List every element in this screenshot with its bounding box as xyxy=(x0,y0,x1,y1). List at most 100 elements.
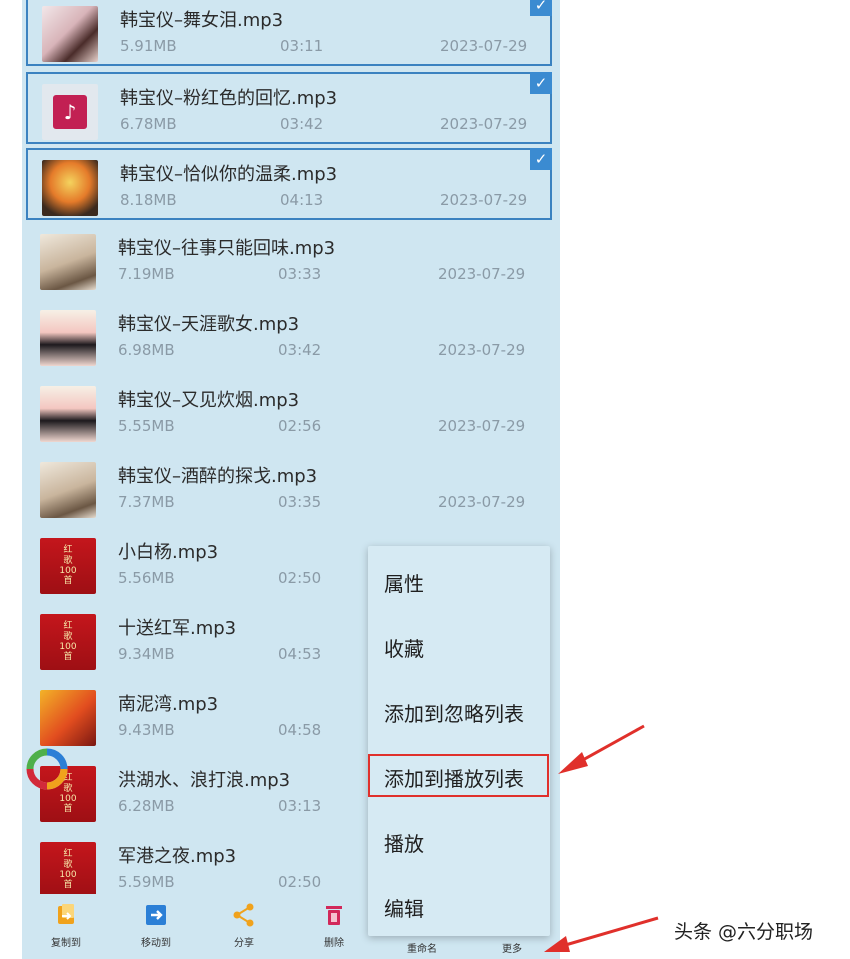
file-name: 南泥湾.mp3 xyxy=(118,694,219,715)
file-duration: 03:35 xyxy=(278,493,322,511)
cover-text: 首 xyxy=(63,804,73,815)
file-row[interactable]: 韩宝仪–酒醉的探戈.mp3 7.37MB 03:35 2023-07-29 xyxy=(26,452,552,524)
file-size: 6.78MB xyxy=(120,115,177,133)
file-row[interactable]: 韩宝仪–天涯歌女.mp3 6.98MB 03:42 2023-07-29 xyxy=(26,300,552,372)
file-duration: 04:13 xyxy=(280,191,324,209)
file-row[interactable]: 韩宝仪–舞女泪.mp3 5.91MB 03:11 2023-07-29 ✓ xyxy=(26,0,552,66)
checkmark-icon[interactable]: ✓ xyxy=(530,0,552,16)
album-cover: ♪ xyxy=(42,84,98,140)
album-cover xyxy=(40,462,96,518)
checkmark-icon[interactable]: ✓ xyxy=(530,148,552,170)
share-icon xyxy=(233,903,254,927)
menu-item-play[interactable]: 播放 xyxy=(384,828,424,857)
cover-text: 首 xyxy=(63,880,73,891)
annotation-arrow-icon xyxy=(558,724,645,774)
rename-label: 重命名 xyxy=(407,944,437,955)
menu-item-edit[interactable]: 编辑 xyxy=(384,893,424,922)
share-button[interactable]: 分享 xyxy=(204,902,284,949)
file-name: 韩宝仪–又见炊烟.mp3 xyxy=(118,390,300,411)
move-to-icon xyxy=(146,905,166,925)
file-date: 2023-07-29 xyxy=(440,191,528,209)
album-cover xyxy=(40,234,96,290)
album-cover: 红 歌 100 首 xyxy=(40,842,96,898)
file-size: 5.55MB xyxy=(118,417,175,435)
file-name: 十送红军.mp3 xyxy=(118,618,237,639)
copy-to-label: 复制到 xyxy=(51,938,81,949)
cover-text: 歌 xyxy=(63,859,73,870)
file-size: 8.18MB xyxy=(120,191,177,209)
file-duration: 03:13 xyxy=(278,797,322,815)
file-duration: 02:50 xyxy=(278,873,322,891)
file-size: 9.34MB xyxy=(118,645,175,663)
file-row[interactable]: 韩宝仪–恰似你的温柔.mp3 8.18MB 04:13 2023-07-29 ✓ xyxy=(26,148,552,220)
file-duration: 03:42 xyxy=(280,115,324,133)
cover-text: 歌 xyxy=(63,555,73,566)
trash-icon xyxy=(326,906,342,925)
file-size: 5.56MB xyxy=(118,569,175,587)
album-cover: 红 歌 100 首 xyxy=(40,538,96,594)
menu-item-add-to-ignore-list[interactable]: 添加到忽略列表 xyxy=(384,698,524,727)
file-size: 6.28MB xyxy=(118,797,175,815)
file-date: 2023-07-29 xyxy=(438,341,526,359)
cover-text: 红 xyxy=(63,545,73,556)
file-row[interactable]: ♪ 韩宝仪–粉红色的回忆.mp3 6.78MB 03:42 2023-07-29… xyxy=(26,72,552,144)
checkmark-icon[interactable]: ✓ xyxy=(530,72,552,94)
cover-text: 100 xyxy=(59,642,77,652)
file-date: 2023-07-29 xyxy=(438,493,526,511)
menu-item-favorite[interactable]: 收藏 xyxy=(384,633,424,662)
copy-to-icon xyxy=(58,904,74,924)
file-date: 2023-07-29 xyxy=(438,417,526,435)
file-size: 9.43MB xyxy=(118,721,175,739)
file-duration: 03:11 xyxy=(280,37,324,55)
file-name: 洪湖水、浪打浪.mp3 xyxy=(118,770,291,791)
file-name: 小白杨.mp3 xyxy=(118,542,219,563)
album-cover xyxy=(40,690,96,746)
album-cover xyxy=(42,6,98,62)
file-name: 韩宝仪–天涯歌女.mp3 xyxy=(118,314,300,335)
file-duration: 04:53 xyxy=(278,645,322,663)
file-size: 5.91MB xyxy=(120,37,177,55)
menu-item-properties[interactable]: 属性 xyxy=(384,568,424,597)
cover-text: 歌 xyxy=(63,631,73,642)
album-cover: 红 歌 100 首 xyxy=(40,614,96,670)
file-date: 2023-07-29 xyxy=(440,115,528,133)
file-duration: 04:58 xyxy=(278,721,322,739)
move-to-button[interactable]: 移动到 xyxy=(116,902,196,949)
highlight-box xyxy=(368,754,549,797)
annotation-arrow-icon xyxy=(544,916,659,952)
file-name: 韩宝仪–酒醉的探戈.mp3 xyxy=(118,466,318,487)
album-cover xyxy=(40,310,96,366)
context-menu: 属性 收藏 添加到忽略列表 添加到播放列表 播放 编辑 xyxy=(368,546,550,936)
file-row[interactable]: 韩宝仪–往事只能回味.mp3 7.19MB 03:33 2023-07-29 xyxy=(26,224,552,296)
album-cover xyxy=(42,160,98,216)
file-size: 5.59MB xyxy=(118,873,175,891)
file-date: 2023-07-29 xyxy=(440,37,528,55)
share-label: 分享 xyxy=(234,938,254,949)
album-cover xyxy=(40,386,96,442)
delete-label: 删除 xyxy=(324,938,344,949)
cover-text: 红 xyxy=(63,621,73,632)
move-to-label: 移动到 xyxy=(141,938,171,949)
music-note-icon: ♪ xyxy=(53,95,87,129)
file-date: 2023-07-29 xyxy=(438,265,526,283)
file-duration: 03:42 xyxy=(278,341,322,359)
file-name: 韩宝仪–往事只能回味.mp3 xyxy=(118,238,336,259)
file-duration: 03:33 xyxy=(278,265,322,283)
cover-text: 首 xyxy=(63,652,73,663)
delete-button[interactable]: 删除 xyxy=(294,902,374,949)
watermark: 头条 @六分职场 xyxy=(674,921,814,943)
cover-text: 首 xyxy=(63,576,73,587)
file-row[interactable]: 韩宝仪–又见炊烟.mp3 5.55MB 02:56 2023-07-29 xyxy=(26,376,552,448)
file-name: 韩宝仪–恰似你的温柔.mp3 xyxy=(120,164,338,185)
cover-text: 100 xyxy=(59,794,77,804)
file-name: 军港之夜.mp3 xyxy=(118,846,237,867)
file-name: 韩宝仪–舞女泪.mp3 xyxy=(120,10,284,31)
file-size: 7.37MB xyxy=(118,493,175,511)
file-duration: 02:50 xyxy=(278,569,322,587)
file-name: 韩宝仪–粉红色的回忆.mp3 xyxy=(120,88,338,109)
cover-text: 红 xyxy=(63,849,73,860)
file-size: 7.19MB xyxy=(118,265,175,283)
file-size: 6.98MB xyxy=(118,341,175,359)
copy-to-button[interactable]: 复制到 xyxy=(26,902,106,949)
cover-text: 100 xyxy=(59,566,77,576)
